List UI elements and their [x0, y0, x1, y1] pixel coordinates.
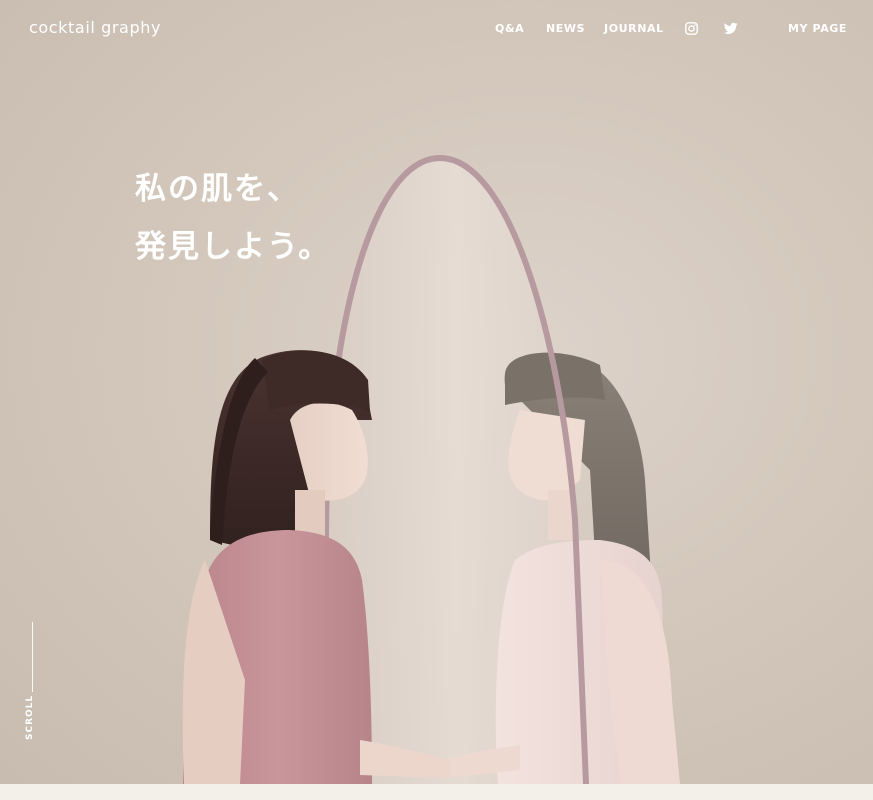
nav-qa[interactable]: Q&A: [495, 22, 524, 35]
nav-journal[interactable]: JOURNAL: [604, 22, 664, 35]
nav-mypage[interactable]: MY PAGE: [788, 22, 847, 35]
twitter-icon[interactable]: [724, 22, 738, 35]
headline-line-1: 私の肌を、: [135, 171, 300, 207]
hero-section: cocktail graphy Q&A NEWS JOURNAL MY PAGE…: [0, 0, 873, 784]
hero-headline: 私の肌を、 発見しよう。: [135, 160, 331, 276]
headline-line-2: 発見しよう。: [135, 229, 332, 265]
nav-news[interactable]: NEWS: [546, 22, 585, 35]
main-nav: Q&A NEWS JOURNAL MY PAGE: [0, 22, 873, 38]
content-section-edge: [0, 784, 873, 800]
scroll-label[interactable]: SCROLL: [25, 695, 35, 740]
instagram-icon[interactable]: [685, 22, 698, 35]
hero-image: [182, 154, 680, 784]
scroll-line: [32, 622, 33, 692]
